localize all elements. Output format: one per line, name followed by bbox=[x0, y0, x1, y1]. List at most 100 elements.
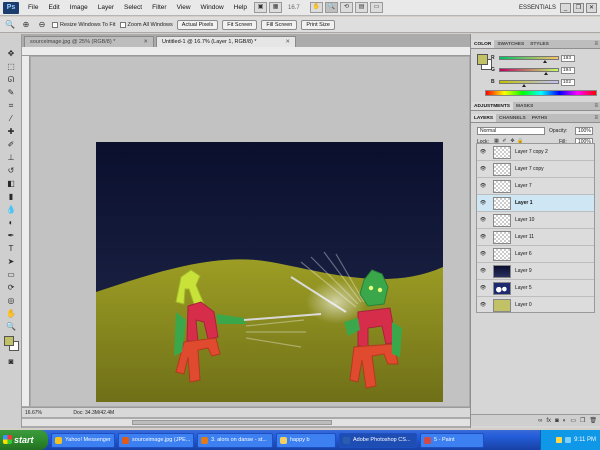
panel-menu-icon[interactable]: ≡ bbox=[594, 40, 600, 48]
visibility-eye-icon[interactable]: 👁 bbox=[479, 217, 487, 224]
resize-windows-option[interactable]: Resize Windows To Fit bbox=[52, 21, 116, 28]
clone-stamp-tool-icon[interactable]: ⊥ bbox=[4, 152, 18, 164]
layer-thumbnail[interactable] bbox=[493, 299, 511, 312]
menu-select[interactable]: Select bbox=[119, 0, 147, 16]
opacity-input[interactable]: 100% bbox=[575, 127, 593, 135]
layer-name[interactable]: Layer 10 bbox=[515, 212, 534, 229]
zoom-all-option[interactable]: Zoom All Windows bbox=[119, 21, 173, 28]
visibility-eye-icon[interactable]: 👁 bbox=[479, 285, 487, 292]
panel-menu-icon[interactable]: ≡ bbox=[594, 114, 600, 122]
image-canvas[interactable] bbox=[96, 142, 443, 402]
visibility-eye-icon[interactable]: 👁 bbox=[479, 251, 487, 258]
healing-brush-tool-icon[interactable]: ✚ bbox=[4, 126, 18, 138]
workspace-switcher[interactable]: ESSENTIALS bbox=[519, 5, 556, 11]
zoom-tool-icon[interactable]: 🔍 bbox=[4, 321, 18, 333]
vertical-ruler[interactable] bbox=[22, 56, 30, 406]
layer-thumbnail[interactable] bbox=[493, 180, 511, 193]
zoom-all-checkbox[interactable] bbox=[119, 21, 126, 28]
menu-help[interactable]: Help bbox=[229, 0, 252, 16]
red-value[interactable]: 193 bbox=[561, 54, 575, 62]
taskbar-item[interactable]: happy b bbox=[276, 432, 336, 448]
blue-slider-knob[interactable] bbox=[522, 84, 526, 87]
taskbar-item[interactable]: Yahoo! Messenger bbox=[51, 432, 115, 448]
new-layer-icon[interactable]: ❐ bbox=[580, 417, 585, 424]
visibility-eye-icon[interactable]: 👁 bbox=[479, 183, 487, 190]
gradient-tool-icon[interactable]: ▮ bbox=[4, 191, 18, 203]
tab-untitled-1[interactable]: Untitled-1 @ 16.7% (Layer 1, RGB/8) * ✕ bbox=[156, 36, 296, 47]
menu-file[interactable]: File bbox=[23, 0, 43, 16]
new-group-icon[interactable]: ▭ bbox=[570, 417, 576, 424]
mini-bridge-button[interactable]: ▦ bbox=[269, 2, 283, 13]
menu-image[interactable]: Image bbox=[65, 0, 93, 16]
adjustment-layer-icon[interactable]: ◐ bbox=[563, 418, 567, 424]
taskbar-item[interactable]: 5 - Paint bbox=[420, 432, 484, 448]
rotate-view-icon[interactable]: ⟲ bbox=[340, 2, 354, 13]
layer-row[interactable]: 👁 Layer 9 bbox=[477, 263, 594, 280]
tab-swatches[interactable]: SWATCHES bbox=[494, 40, 527, 48]
tab-adjustments[interactable]: ADJUSTMENTS bbox=[471, 102, 513, 110]
layer-name[interactable]: Layer 7 copy 2 bbox=[515, 144, 548, 161]
marquee-tool-icon[interactable]: ⬚ bbox=[4, 61, 18, 73]
layer-row[interactable]: 👁 Layer 7 copy 2 bbox=[477, 144, 594, 161]
layer-name[interactable]: Layer 9 bbox=[515, 263, 532, 280]
restore-button[interactable]: ❐ bbox=[573, 2, 584, 13]
menu-filter[interactable]: Filter bbox=[147, 0, 171, 16]
color-spectrum-bar[interactable] bbox=[485, 90, 597, 96]
quick-select-tool-icon[interactable]: ✎ bbox=[4, 87, 18, 99]
print-size-button[interactable]: Print Size bbox=[301, 19, 335, 30]
visibility-eye-icon[interactable]: 👁 bbox=[479, 149, 487, 156]
layer-thumbnail[interactable] bbox=[493, 146, 511, 159]
visibility-eye-icon[interactable]: 👁 bbox=[479, 268, 487, 275]
foreground-color-chip[interactable] bbox=[477, 54, 488, 65]
green-slider[interactable] bbox=[499, 68, 559, 75]
eraser-tool-icon[interactable]: ◧ bbox=[4, 178, 18, 190]
zoom-level[interactable]: 16.7 bbox=[288, 5, 308, 11]
move-tool-icon[interactable]: ✥ bbox=[4, 48, 18, 60]
layer-thumbnail[interactable] bbox=[493, 163, 511, 176]
menu-view[interactable]: View bbox=[172, 0, 196, 16]
tray-messenger-icon[interactable] bbox=[556, 437, 563, 443]
layer-row[interactable]: 👁 Layer 6 bbox=[477, 246, 594, 263]
layer-thumbnail[interactable] bbox=[493, 214, 511, 227]
red-slider[interactable] bbox=[499, 56, 559, 63]
zoom-out-icon[interactable]: ⊖ bbox=[36, 19, 48, 31]
path-selection-tool-icon[interactable]: ➤ bbox=[4, 256, 18, 268]
layer-row[interactable]: 👁 Layer 7 bbox=[477, 178, 594, 195]
shape-tool-icon[interactable]: ▭ bbox=[4, 269, 18, 281]
visibility-eye-icon[interactable]: 👁 bbox=[479, 302, 487, 309]
hand-tool-icon[interactable]: ✋ bbox=[310, 2, 324, 13]
visibility-eye-icon[interactable]: 👁 bbox=[479, 166, 487, 173]
zoom-tool-icon[interactable]: 🔍 bbox=[4, 19, 16, 31]
blue-value[interactable]: 102 bbox=[561, 78, 575, 86]
status-zoom[interactable]: 16.67% bbox=[25, 410, 42, 416]
blue-slider[interactable] bbox=[499, 80, 559, 87]
fit-screen-button[interactable]: Fit Screen bbox=[222, 19, 258, 30]
lasso-tool-icon[interactable]: ᘏ bbox=[4, 74, 18, 86]
quick-mask-icon[interactable]: ◙ bbox=[4, 356, 18, 368]
tab-layers[interactable]: LAYERS bbox=[471, 114, 497, 122]
tab-paths[interactable]: PATHS bbox=[529, 114, 551, 122]
brush-tool-icon[interactable]: ✐ bbox=[4, 139, 18, 151]
delete-layer-icon[interactable]: 🗑 bbox=[589, 417, 597, 424]
clock[interactable]: 9:11 PM bbox=[574, 437, 596, 443]
3d-rotate-tool-icon[interactable]: ⟳ bbox=[4, 282, 18, 294]
blend-mode-select[interactable]: Normal bbox=[477, 127, 545, 135]
menu-window[interactable]: Window bbox=[196, 0, 229, 16]
green-value[interactable]: 194 bbox=[561, 66, 575, 74]
blur-tool-icon[interactable]: 💧 bbox=[4, 204, 18, 216]
layer-row[interactable]: 👁 Layer 11 bbox=[477, 229, 594, 246]
red-slider-knob[interactable] bbox=[543, 60, 548, 63]
type-tool-icon[interactable]: T bbox=[4, 243, 18, 255]
3d-camera-tool-icon[interactable]: ◎ bbox=[4, 295, 18, 307]
minimize-button[interactable]: _ bbox=[560, 2, 571, 13]
layer-thumbnail[interactable] bbox=[493, 248, 511, 261]
resize-windows-checkbox[interactable] bbox=[52, 21, 58, 28]
taskbar-item[interactable]: 3. alors on danse - st... bbox=[197, 432, 273, 448]
layer-name[interactable]: Layer 1 bbox=[515, 195, 533, 212]
tab-color[interactable]: COLOR bbox=[471, 40, 495, 48]
layer-row[interactable]: 👁 Layer 1 bbox=[477, 195, 594, 212]
horizontal-ruler[interactable] bbox=[22, 47, 470, 56]
panel-menu-icon[interactable]: ≡ bbox=[594, 102, 600, 110]
foreground-color-swatch[interactable] bbox=[4, 336, 14, 346]
layer-row[interactable]: 👁 Layer 7 copy bbox=[477, 161, 594, 178]
